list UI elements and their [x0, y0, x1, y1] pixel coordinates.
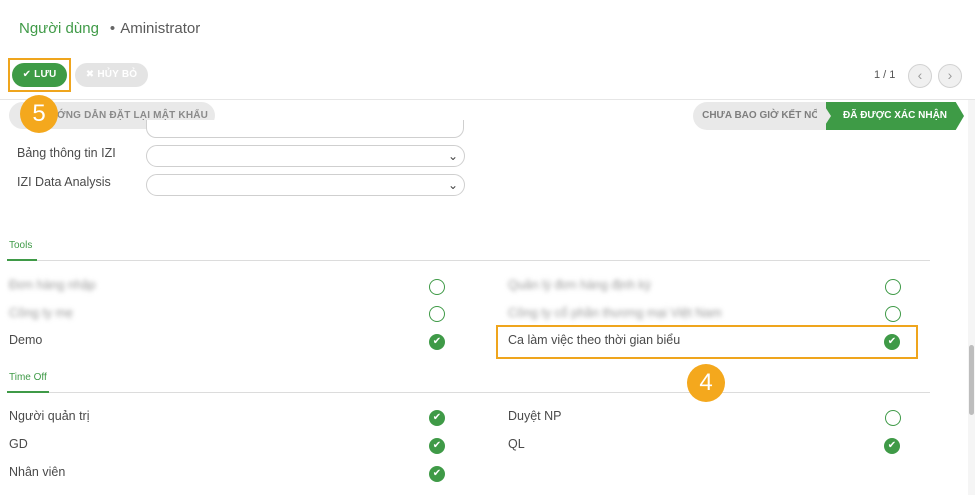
permission-checkbox-employee[interactable]: ✔ — [429, 466, 445, 482]
permission-checkbox-gd[interactable]: ✔ — [429, 438, 445, 454]
permission-label: Công ty mẹ — [9, 306, 73, 320]
status-confirmed[interactable]: ĐÃ ĐƯỢC XÁC NHẬN — [826, 102, 964, 130]
save-highlight-box — [8, 58, 71, 92]
field-label-izi-data-analysis: IZI Data Analysis — [17, 175, 111, 189]
check-icon: ✔ — [887, 440, 897, 451]
form-header: Người dùng • Aministrator ✔ LƯU ✖ HỦY BỎ 1… — [0, 0, 975, 100]
chevron-down-icon: ⌄ — [447, 178, 458, 192]
permission-label-administrator: Người quản trị — [9, 409, 90, 423]
permission-label-demo: Demo — [9, 333, 43, 347]
chevron-right-icon: › — [947, 67, 953, 83]
permission-label: Công ty cổ phần thương mại Việt Nam — [508, 306, 722, 320]
field-label-izi-dashboard: Bảng thông tin IZI — [17, 146, 116, 160]
check-icon: ✔ — [432, 412, 442, 423]
select-izi-dashboard[interactable]: ⌄ — [146, 145, 465, 167]
scrollbar-track[interactable] — [968, 100, 975, 495]
section-title-tools: Tools — [9, 240, 33, 251]
check-icon: ✔ — [432, 440, 442, 451]
status-never-connected[interactable]: CHƯA BAO GIỜ KẾT NỐI — [693, 102, 831, 130]
partial-select-field[interactable] — [146, 120, 464, 138]
permission-label-ql: QL — [508, 437, 525, 451]
breadcrumb: Người dùng • Aministrator — [19, 20, 200, 37]
discard-button[interactable]: ✖ HỦY BỎ — [75, 63, 148, 87]
scrollbar-thumb[interactable] — [969, 345, 974, 415]
chevron-down-icon: ⌄ — [447, 149, 458, 163]
section-title-time-off: Time Off — [9, 372, 47, 383]
permission-checkbox-administrator[interactable]: ✔ — [429, 410, 445, 426]
check-icon: ✔ — [432, 336, 442, 347]
permission-checkbox-ql[interactable]: ✔ — [884, 438, 900, 454]
pager-value: 1 / 1 — [874, 69, 896, 81]
chevron-left-icon: ‹ — [917, 67, 923, 83]
permission-checkbox-demo[interactable]: ✔ — [429, 334, 445, 350]
permission-checkbox[interactable] — [429, 279, 445, 295]
step-5-callout: 5 — [20, 95, 58, 133]
permission-label: Đơn hàng nhập — [9, 278, 96, 292]
section-divider — [7, 260, 930, 261]
pager-prev-button[interactable]: ‹ — [908, 64, 932, 88]
permission-checkbox[interactable] — [885, 306, 901, 322]
permission-checkbox[interactable] — [429, 306, 445, 322]
breadcrumb-users-link[interactable]: Người dùng — [19, 20, 99, 37]
breadcrumb-separator: • — [109, 20, 116, 37]
select-izi-data-analysis[interactable]: ⌄ — [146, 174, 465, 196]
permission-label-gd: GD — [9, 437, 28, 451]
pager-next-button[interactable]: › — [938, 64, 962, 88]
close-icon: ✖ — [85, 69, 95, 80]
check-icon: ✔ — [432, 468, 442, 479]
section-accent — [7, 391, 49, 393]
permission-label-employee: Nhân viên — [9, 465, 66, 479]
section-accent — [7, 259, 37, 261]
permission-checkbox-approve-leave[interactable] — [885, 410, 901, 426]
permission-label: Quản lý đơn hàng định kỳ — [508, 278, 652, 292]
discard-label: HỦY BỎ — [97, 69, 138, 80]
breadcrumb-current: Aministrator — [120, 20, 201, 37]
step-4-callout: 4 — [687, 364, 725, 402]
permission-label-approve-leave: Duyệt NP — [508, 409, 562, 423]
section-divider — [7, 392, 930, 393]
permission-checkbox[interactable] — [885, 279, 901, 295]
highlight-box — [496, 325, 918, 359]
